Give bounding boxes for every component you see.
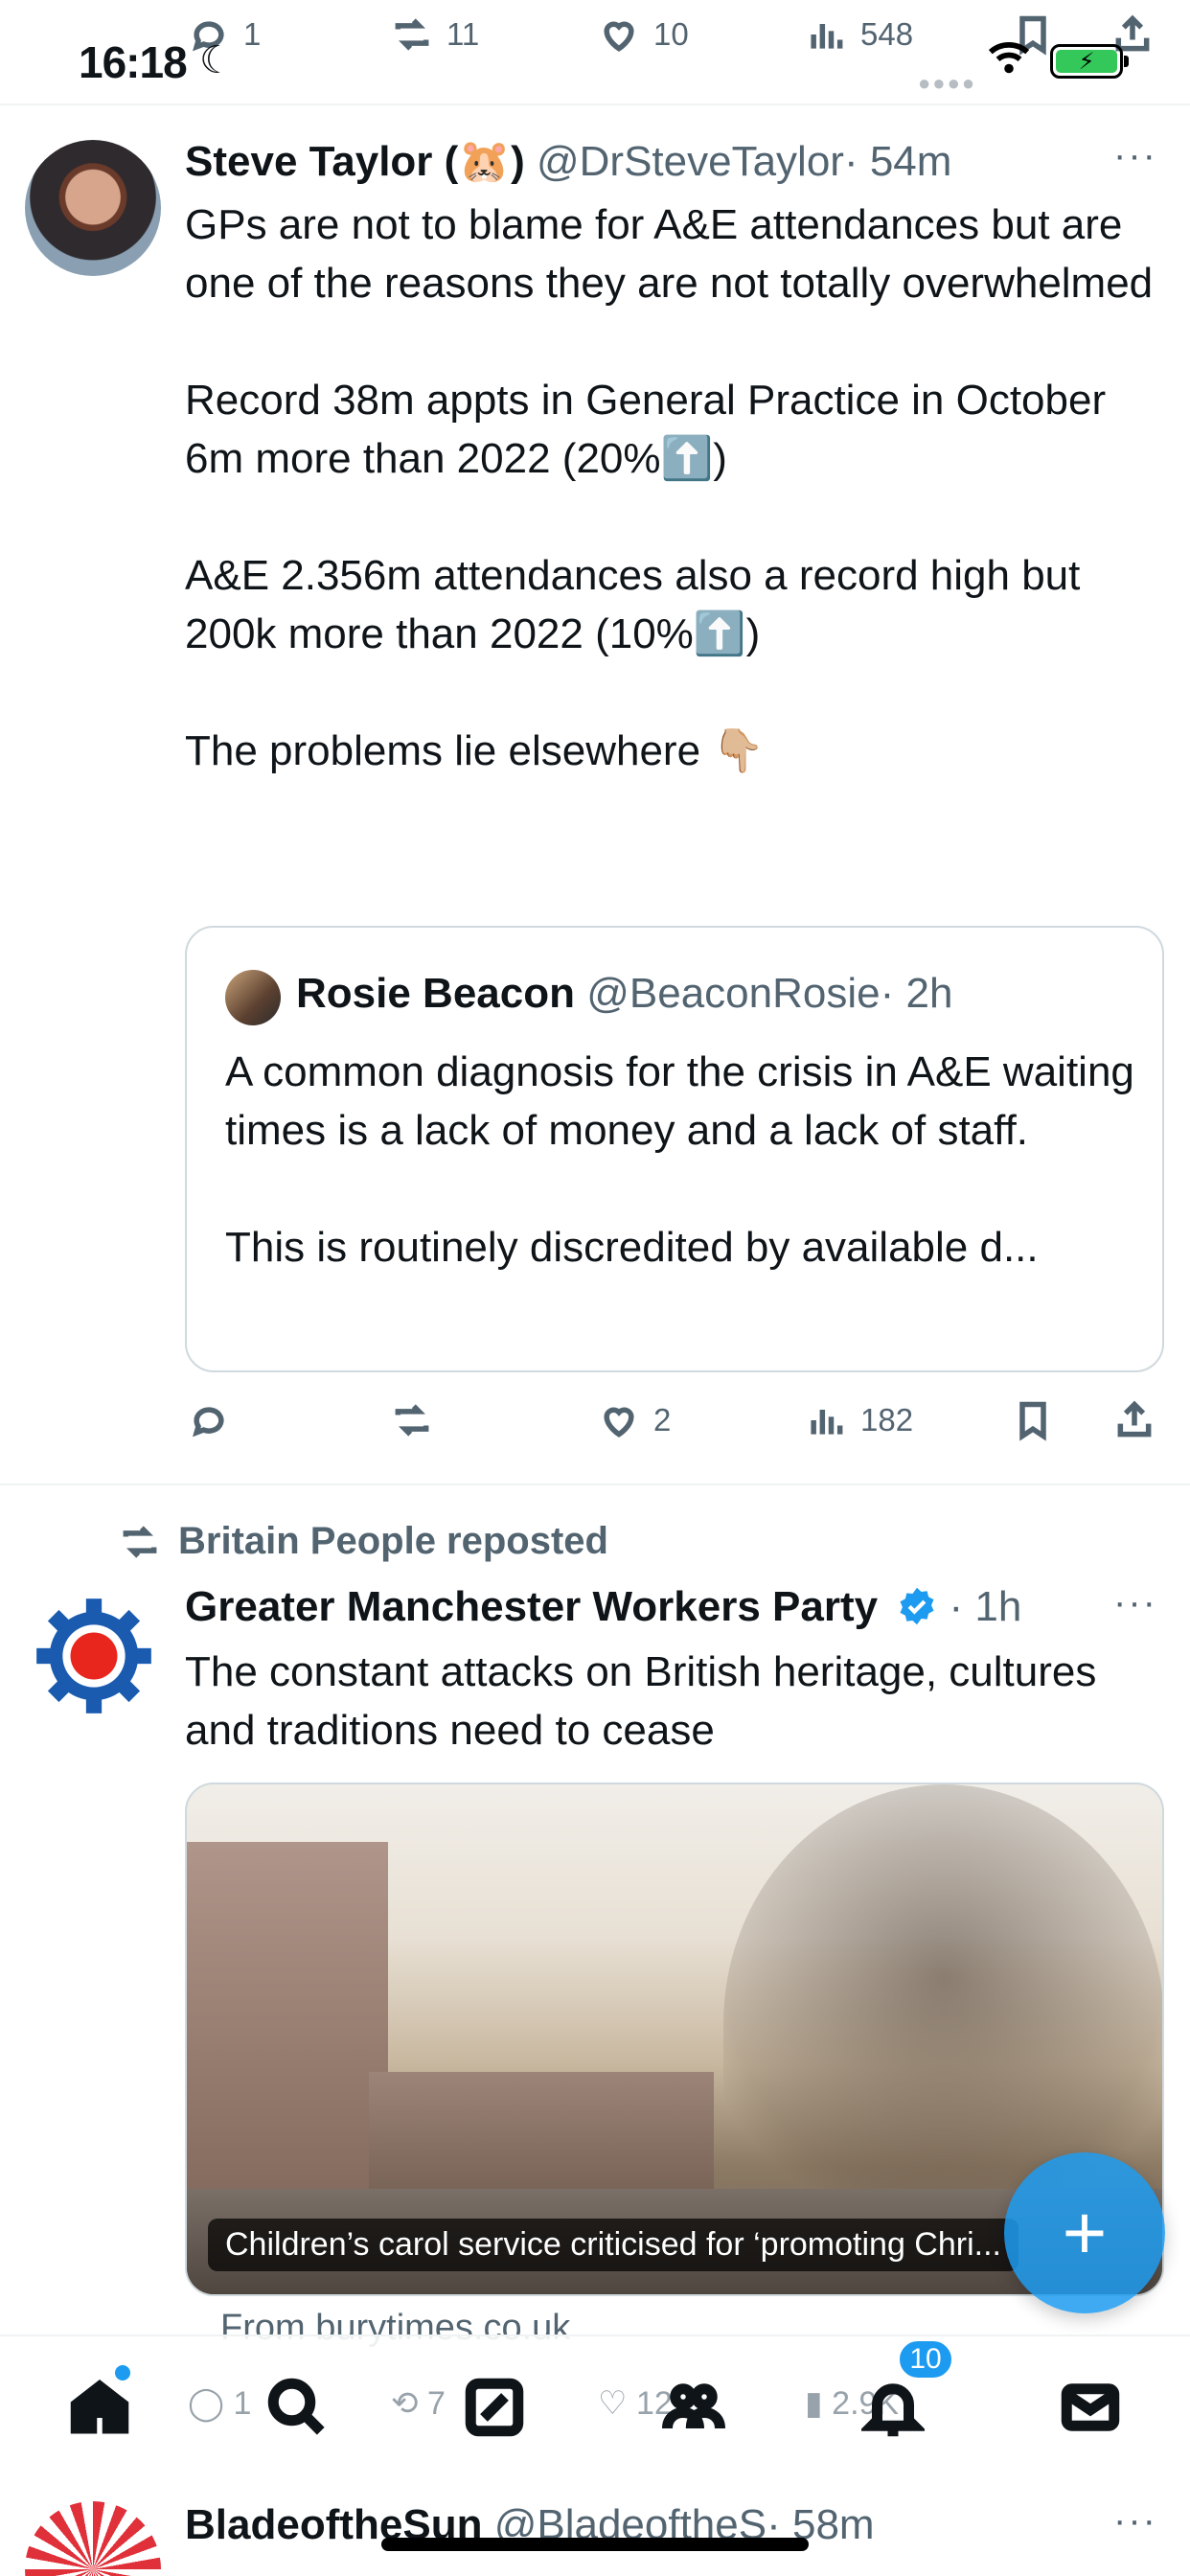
views-count: 548 <box>860 16 914 52</box>
avatar-steve-taylor[interactable] <box>25 140 161 276</box>
repost-button[interactable] <box>391 1399 433 1441</box>
more-options-icon[interactable]: ··· <box>1113 134 1157 177</box>
tweet-divider <box>0 1484 1190 1485</box>
reply-button[interactable] <box>188 1399 230 1441</box>
link-card-caption: Children’s carol service criticised for … <box>208 2219 1018 2271</box>
compose-post-button[interactable]: + <box>1004 2152 1165 2313</box>
battery-icon: ⚡ <box>1050 44 1129 79</box>
faded-action-row: ◯ 1 ⟲ 7 ♡ 12 ▮ 2.9K <box>0 2384 1190 2442</box>
faded-reply-count: ◯ 1 <box>188 2385 252 2422</box>
bell-icon <box>861 2383 925 2437</box>
author-name[interactable]: Greater Manchester Workers Party <box>185 1583 878 1630</box>
avatar-rosie-beacon <box>225 970 281 1025</box>
heart-icon <box>604 1407 634 1438</box>
repost-button[interactable]: 11 <box>391 13 479 56</box>
like-count: 2 <box>653 1402 672 1438</box>
nav-notifications[interactable] <box>857 2371 929 2444</box>
tweet-time: · 1h <box>949 1583 1022 1630</box>
wifi-icon <box>988 42 1030 74</box>
notifications-badge: 10 <box>897 2338 954 2380</box>
image-building <box>187 1842 388 2244</box>
home-indicator[interactable] <box>381 2538 809 2551</box>
author-handle[interactable]: @DrSteveTaylor <box>537 138 844 185</box>
repost-by-label: Britain People reposted <box>178 1520 608 1562</box>
views-button[interactable]: 182 <box>805 1399 913 1441</box>
bottom-navigation: ◯ 1 ⟲ 7 ♡ 12 ▮ 2.9K 10 <box>0 2334 1190 2478</box>
tweet-author-line: Steve Taylor (🐹) @DrSteveTaylor· 54m <box>185 136 951 186</box>
bookmark-button[interactable] <box>1012 1399 1054 1441</box>
nav-communities[interactable] <box>657 2371 730 2444</box>
tweet-author-line: Greater Manchester Workers Party · 1h <box>185 1583 1021 1631</box>
avatar-workers-party[interactable] <box>29 1591 159 1721</box>
tweet-time: · 54m <box>843 138 952 185</box>
bookmark-icon <box>1019 1401 1046 1441</box>
views-icon <box>811 24 843 49</box>
views-count: 182 <box>860 1402 914 1438</box>
heart-icon <box>604 21 634 52</box>
reply-icon <box>193 1407 224 1438</box>
plus-icon: + <box>1062 2190 1108 2275</box>
share-icon <box>1117 1400 1152 1438</box>
verified-badge-icon <box>900 1587 934 1625</box>
home-icon <box>70 2380 129 2434</box>
quoted-tweet-time: · 2h <box>880 970 953 1017</box>
quoted-tweet-text: A common diagnosis for the crisis in A&E… <box>225 1048 1134 1271</box>
more-options-icon[interactable]: ··· <box>1113 2499 1157 2542</box>
nav-home[interactable] <box>63 2371 136 2444</box>
avatar-bladeofthesun[interactable] <box>25 2501 161 2576</box>
like-button[interactable]: 10 <box>598 13 689 56</box>
do-not-disturb-icon: ☾ <box>199 39 234 81</box>
mail-icon <box>1061 2383 1120 2431</box>
tweet-text: GPs are not to blame for A&E attendances… <box>185 201 1154 774</box>
repost-icon <box>395 18 429 51</box>
signal-icon: ●●●● <box>918 71 977 95</box>
quoted-author-line: Rosie Beacon @BeaconRosie· 2h <box>296 970 952 1018</box>
share-button[interactable] <box>1113 1399 1156 1441</box>
status-bar: 1 11 10 548 16:18 ☾ ●●●● ⚡ <box>0 0 1190 105</box>
nav-search[interactable] <box>261 2371 333 2444</box>
reply-count: 1 <box>243 16 262 52</box>
repost-icon <box>395 1404 429 1437</box>
repost-icon <box>123 1525 157 1558</box>
views-icon <box>811 1410 843 1435</box>
quoted-author-handle: @BeaconRosie <box>586 970 881 1017</box>
nav-messages[interactable] <box>1054 2371 1127 2444</box>
like-button[interactable]: 2 <box>598 1399 671 1441</box>
author-name[interactable]: Steve Taylor (🐹) <box>185 138 525 185</box>
grok-icon <box>465 2378 524 2437</box>
communities-icon <box>662 2383 725 2429</box>
quoted-tweet[interactable]: Rosie Beacon @BeaconRosie· 2h A common d… <box>185 926 1164 1372</box>
nav-grok[interactable] <box>458 2371 531 2444</box>
more-options-icon[interactable]: ··· <box>1113 1581 1157 1624</box>
repost-indicator[interactable]: Britain People reposted <box>119 1520 608 1563</box>
views-button[interactable]: 548 <box>805 13 913 56</box>
status-time: 16:18 <box>79 37 188 87</box>
like-count: 10 <box>653 16 689 52</box>
faded-repost-count: ⟲ 7 <box>391 2385 446 2422</box>
tweet-text: The constant attacks on British heritage… <box>185 1648 1097 1754</box>
search-icon <box>267 2378 325 2435</box>
gear-logo-icon <box>36 1598 151 1714</box>
quoted-author-name: Rosie Beacon <box>296 970 575 1017</box>
repost-count: 11 <box>446 16 480 52</box>
